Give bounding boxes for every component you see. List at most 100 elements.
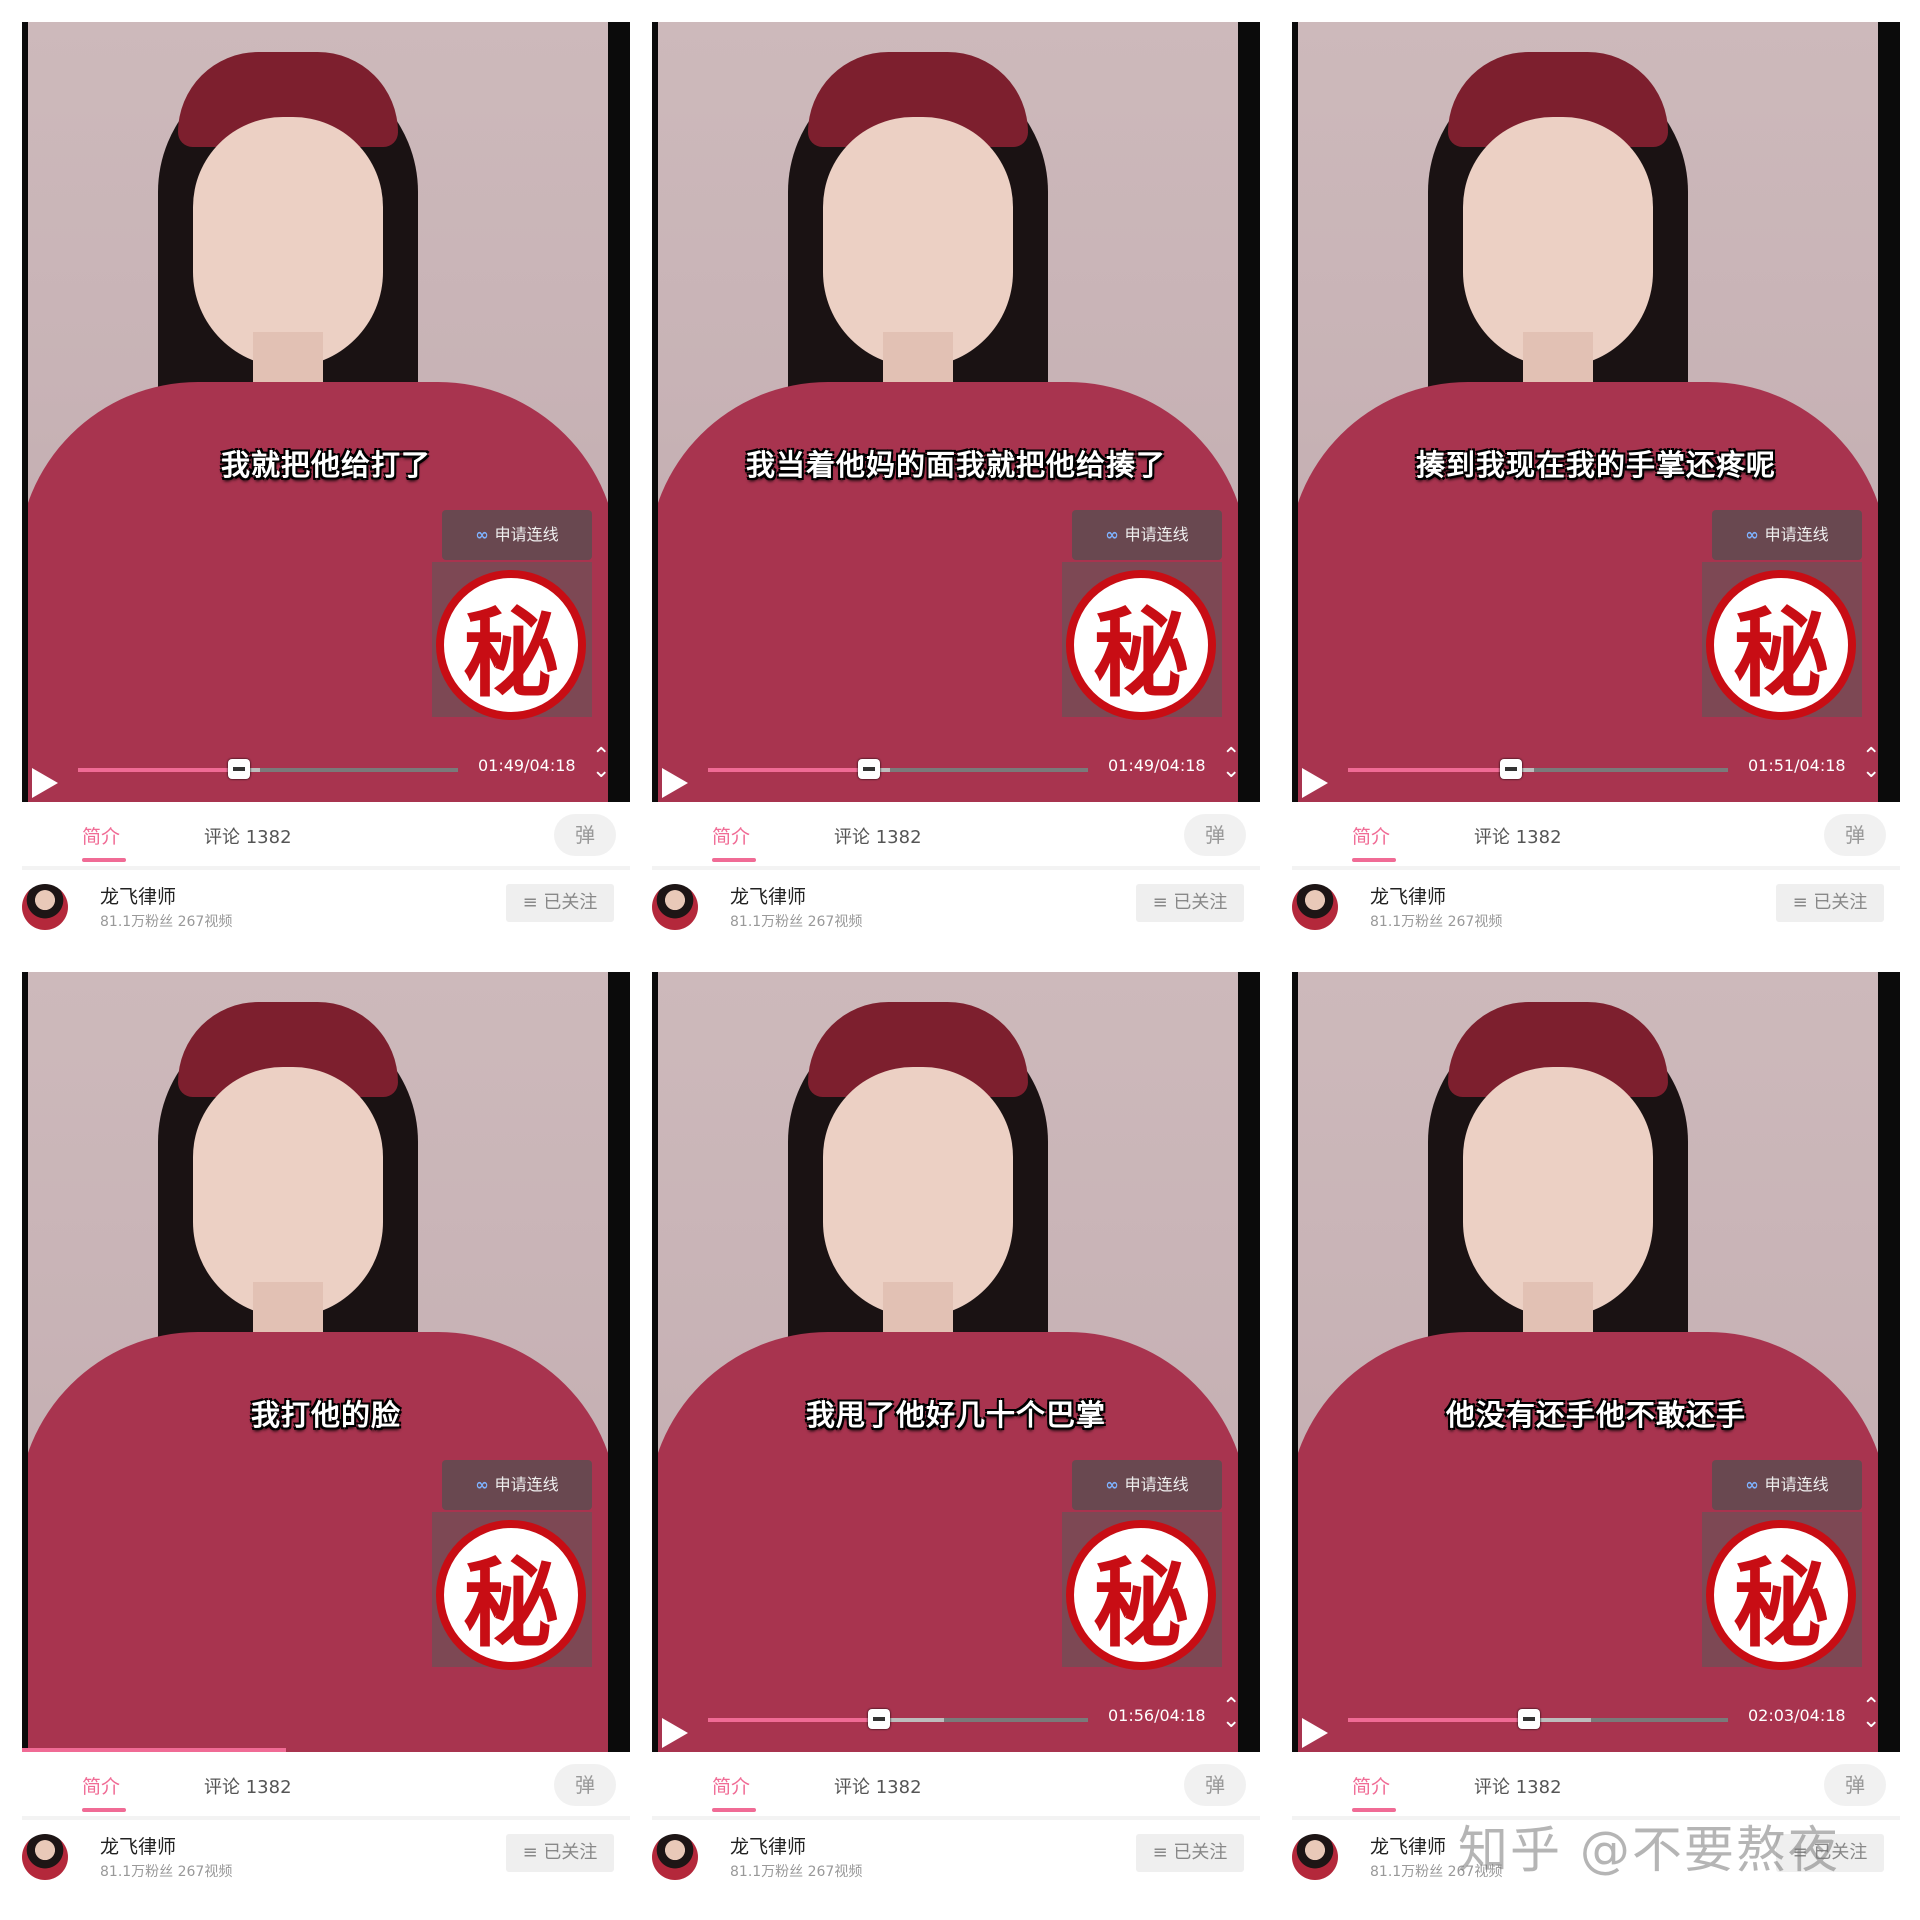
author-name[interactable]: 龙飞律师 [730, 1832, 806, 1859]
progress-bar[interactable] [708, 1709, 1088, 1729]
avatar[interactable] [652, 1834, 698, 1880]
tab-intro[interactable]: 简介 [82, 822, 120, 849]
expand-updown-icon[interactable]: ⌃ ⌄ [1222, 1696, 1240, 1732]
avatar[interactable] [652, 884, 698, 930]
video-player[interactable]: 我就把他给打了 ∞ 申请连线 秘 01:49/04:18 ⌃ ⌄ [22, 22, 630, 802]
danmaku-toggle-icon[interactable]: 弹 [554, 814, 616, 856]
time-display: 02:03/04:18 [1748, 1706, 1846, 1725]
tab-comments[interactable]: 评论 1382 [834, 823, 922, 849]
followed-button[interactable]: ≡ 已关注 [1776, 884, 1884, 922]
author-stats: 81.1万粉丝 267视频 [100, 914, 233, 930]
time-display: 01:51/04:18 [1748, 756, 1846, 775]
progress-played [1348, 1718, 1530, 1722]
apply-connect-button[interactable]: ∞ 申请连线 [1712, 1460, 1862, 1510]
author-name[interactable]: 龙飞律师 [1370, 882, 1446, 909]
video-player[interactable]: 他没有还手他不敢还手 ∞ 申请连线 秘 02:03/04:18 ⌃ ⌄ [1292, 972, 1900, 1752]
video-player[interactable]: 我甩了他好几十个巴掌 ∞ 申请连线 秘 01:56/04:18 ⌃ ⌄ [652, 972, 1260, 1752]
play-icon[interactable] [1302, 1718, 1328, 1748]
avatar[interactable] [1292, 884, 1338, 930]
progress-thumb[interactable] [1500, 759, 1523, 779]
tab-comments[interactable]: 评论 1382 [1474, 1773, 1562, 1799]
progress-bar[interactable] [1348, 759, 1728, 779]
tab-intro[interactable]: 简介 [82, 1772, 120, 1799]
play-icon[interactable] [662, 768, 688, 798]
expand-updown-icon[interactable]: ⌃ ⌄ [1222, 746, 1240, 782]
progress-bar[interactable] [1348, 1709, 1728, 1729]
danmaku-toggle-icon[interactable]: 弹 [1184, 1764, 1246, 1806]
author-stats: 81.1万粉丝 267视频 [1370, 914, 1503, 930]
video-card: 揍到我现在我的手掌还疼呢 ∞ 申请连线 秘 01:51/04:18 ⌃ ⌄ 简介 评… [1292, 22, 1900, 962]
apply-connect-button[interactable]: ∞ 申请连线 [442, 510, 592, 560]
danmaku-toggle-icon[interactable]: 弹 [554, 1764, 616, 1806]
author-name[interactable]: 龙飞律师 [100, 882, 176, 909]
author-name[interactable]: 龙飞律师 [100, 1832, 176, 1859]
avatar[interactable] [1292, 1834, 1338, 1880]
danmaku-toggle-icon[interactable]: 弹 [1824, 1764, 1886, 1806]
video-player[interactable]: 揍到我现在我的手掌还疼呢 ∞ 申请连线 秘 01:51/04:18 ⌃ ⌄ [1292, 22, 1900, 802]
apply-connect-button[interactable]: ∞ 申请连线 [1712, 510, 1862, 560]
play-icon[interactable] [32, 768, 58, 798]
link-loop-icon: ∞ [1745, 1475, 1759, 1494]
link-loop-icon: ∞ [475, 1475, 489, 1494]
tab-intro[interactable]: 简介 [1352, 822, 1390, 849]
progress-thumb[interactable] [857, 759, 880, 779]
tab-comments[interactable]: 评论 1382 [834, 1773, 922, 1799]
danmaku-toggle-icon[interactable]: 弹 [1824, 814, 1886, 856]
tab-intro[interactable]: 简介 [712, 822, 750, 849]
video-player[interactable]: 我打他的脸 ∞ 申请连线 秘 [22, 972, 630, 1752]
progress-played [1348, 768, 1512, 772]
danmaku-toggle-icon[interactable]: 弹 [1184, 814, 1246, 856]
tab-comments[interactable]: 评论 1382 [204, 823, 292, 849]
avatar[interactable] [22, 1834, 68, 1880]
video-card: 我甩了他好几十个巴掌 ∞ 申请连线 秘 01:56/04:18 ⌃ ⌄ 简介 评论 … [652, 972, 1260, 1912]
tab-comments[interactable]: 评论 1382 [204, 1773, 292, 1799]
author-name[interactable]: 龙飞律师 [1370, 1832, 1446, 1859]
person-face [193, 117, 383, 367]
progress-thumb[interactable] [1518, 1709, 1541, 1729]
video-subtitle: 我当着他妈的面我就把他给揍了 [745, 448, 1166, 482]
tab-intro[interactable]: 简介 [1352, 1772, 1390, 1799]
video-card: 我就把他给打了 ∞ 申请连线 秘 01:49/04:18 ⌃ ⌄ 简介 评论 138… [22, 22, 630, 962]
video-card: 他没有还手他不敢还手 ∞ 申请连线 秘 02:03/04:18 ⌃ ⌄ 简介 评论 … [1292, 972, 1900, 1912]
person-face [1463, 1067, 1653, 1317]
play-icon[interactable] [662, 1718, 688, 1748]
tab-bar: 简介 评论 1382 弹 [652, 802, 1260, 870]
person-face [1463, 117, 1653, 367]
progress-bar[interactable] [78, 759, 458, 779]
progress-bar[interactable] [708, 759, 1088, 779]
author-name[interactable]: 龙飞律师 [730, 882, 806, 909]
time-display: 01:49/04:18 [478, 756, 576, 775]
tab-bar: 简介 评论 1382 弹 [652, 1752, 1260, 1820]
apply-connect-label: 申请连线 [1764, 525, 1829, 544]
followed-button[interactable]: ≡ 已关注 [1136, 1834, 1244, 1872]
link-loop-icon: ∞ [1745, 525, 1759, 544]
tab-bar: 简介 评论 1382 弹 [22, 1752, 630, 1820]
apply-connect-button[interactable]: ∞ 申请连线 [442, 1460, 592, 1510]
apply-connect-label: 申请连线 [494, 525, 559, 544]
play-icon[interactable] [1302, 768, 1328, 798]
progress-thumb[interactable] [867, 1709, 890, 1729]
zhihu-watermark: 知乎 @不要熬夜 [1458, 1821, 1840, 1879]
progress-thumb[interactable] [227, 759, 250, 779]
tab-intro-underline [82, 1808, 126, 1812]
progress-played [708, 1718, 879, 1722]
tab-intro-underline [1352, 858, 1396, 862]
tab-intro[interactable]: 简介 [712, 1772, 750, 1799]
apply-connect-button[interactable]: ∞ 申请连线 [1072, 510, 1222, 560]
apply-connect-button[interactable]: ∞ 申请连线 [1072, 1460, 1222, 1510]
time-display: 01:49/04:18 [1108, 756, 1206, 775]
expand-updown-icon[interactable]: ⌃ ⌄ [1862, 746, 1880, 782]
expand-updown-icon[interactable]: ⌃ ⌄ [1862, 1696, 1880, 1732]
avatar[interactable] [22, 884, 68, 930]
followed-button[interactable]: ≡ 已关注 [506, 1834, 614, 1872]
apply-connect-label: 申请连线 [1124, 525, 1189, 544]
author-stats: 81.1万粉丝 267视频 [100, 1864, 233, 1880]
time-display: 01:56/04:18 [1108, 1706, 1206, 1725]
followed-button[interactable]: ≡ 已关注 [506, 884, 614, 922]
video-player[interactable]: 我当着他妈的面我就把他给揍了 ∞ 申请连线 秘 01:49/04:18 ⌃ ⌄ [652, 22, 1260, 802]
followed-button[interactable]: ≡ 已关注 [1136, 884, 1244, 922]
author-stats: 81.1万粉丝 267视频 [730, 914, 863, 930]
progress-played [708, 768, 869, 772]
tab-comments[interactable]: 评论 1382 [1474, 823, 1562, 849]
expand-updown-icon[interactable]: ⌃ ⌄ [592, 746, 610, 782]
